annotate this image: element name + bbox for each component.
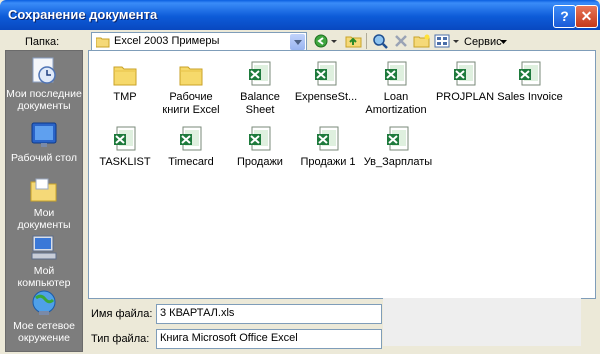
- file-name: Продажи 1: [300, 156, 356, 168]
- recent-documents-icon: [32, 57, 56, 84]
- network-places-icon: [32, 290, 56, 315]
- file-name: Loan Amortization: [365, 91, 427, 116]
- file-item[interactable]: TMP: [92, 61, 158, 104]
- excel-file-icon: [385, 61, 407, 86]
- place-network[interactable]: Мое сетевое окружение: [6, 288, 82, 344]
- excel-file-icon: [317, 126, 339, 151]
- window-title: Сохранение документа: [8, 7, 158, 22]
- file-item[interactable]: Продажи: [227, 126, 293, 169]
- place-label: Мои последние документы: [6, 88, 82, 112]
- place-label: Мой компьютер: [17, 265, 71, 289]
- file-name: Balance Sheet: [240, 91, 280, 116]
- excel-file-icon: [249, 126, 271, 151]
- views-icon[interactable]: [434, 33, 460, 49]
- file-item[interactable]: TASKLIST: [92, 126, 158, 169]
- file-name: Продажи: [237, 156, 283, 168]
- excel-file-icon: [315, 61, 337, 86]
- folder-select[interactable]: Excel 2003 Примеры: [91, 32, 307, 52]
- filetype-select[interactable]: Книга Microsoft Office Excel: [156, 329, 382, 349]
- service-chevron-icon[interactable]: [500, 40, 507, 45]
- folder-value: Excel 2003 Примеры: [114, 35, 220, 47]
- filename-label: Имя файла:: [91, 308, 153, 320]
- file-item[interactable]: Рабочие книги Excel: [158, 61, 224, 117]
- save-dialog: Сохранение документа ? ✕ Папка: Excel 20…: [0, 0, 600, 354]
- service-menu[interactable]: Сервис: [464, 36, 502, 48]
- place-my-documents[interactable]: Мои документы: [6, 175, 82, 231]
- filename-field[interactable]: 3 КВАРТАЛ.xls: [156, 304, 382, 324]
- folder-icon: [179, 66, 203, 86]
- my-computer-icon: [31, 235, 57, 260]
- excel-file-icon: [114, 126, 136, 151]
- file-item[interactable]: Sales Invoice: [497, 61, 563, 104]
- file-name: Рабочие книги Excel: [162, 91, 220, 116]
- file-item[interactable]: Timecard: [158, 126, 224, 169]
- excel-file-icon: [519, 61, 541, 86]
- my-documents-icon: [30, 178, 57, 202]
- place-recent[interactable]: Мои последние документы: [6, 56, 82, 112]
- file-item[interactable]: Loan Amortization: [363, 61, 429, 117]
- place-label: Мои документы: [17, 207, 71, 231]
- new-folder-icon[interactable]: [413, 33, 431, 49]
- places-bar: Мои последние документы Рабочий стол Мои…: [5, 50, 83, 352]
- close-button[interactable]: ✕: [575, 5, 598, 28]
- file-item[interactable]: Ув_Зарплаты: [363, 126, 433, 169]
- file-item[interactable]: ExpenseSt...: [293, 61, 359, 104]
- file-list[interactable]: TMP Рабочие книги Excel Balance Sheet Ex…: [88, 50, 596, 299]
- place-my-computer[interactable]: Мой компьютер: [6, 233, 82, 289]
- blank-panel: [383, 298, 581, 346]
- back-icon[interactable]: [314, 33, 338, 49]
- place-label: Рабочий стол: [11, 152, 77, 164]
- excel-file-icon: [180, 126, 202, 151]
- up-folder-icon[interactable]: [345, 33, 363, 49]
- filetype-label: Тип файла:: [91, 333, 150, 345]
- search-web-icon[interactable]: [371, 33, 389, 49]
- file-item[interactable]: PROJPLAN: [432, 61, 498, 104]
- title-bar[interactable]: Сохранение документа ? ✕: [0, 0, 600, 30]
- file-item[interactable]: Продажи 1: [295, 126, 361, 169]
- folder-icon: [113, 66, 137, 86]
- delete-icon[interactable]: [393, 33, 409, 49]
- file-name: Timecard: [168, 156, 214, 168]
- folder-label: Папка:: [25, 36, 60, 48]
- file-item[interactable]: Balance Sheet: [227, 61, 293, 117]
- filename-value: 3 КВАРТАЛ.xls: [160, 307, 235, 319]
- file-name: ExpenseSt...: [294, 91, 358, 103]
- file-name: TMP: [113, 91, 137, 103]
- help-button[interactable]: ?: [553, 5, 576, 28]
- file-name: Sales Invoice: [497, 91, 563, 103]
- excel-file-icon: [249, 61, 271, 86]
- file-name: PROJPLAN: [435, 91, 495, 103]
- excel-file-icon: [454, 61, 476, 86]
- excel-file-icon: [387, 126, 409, 151]
- place-label: Мое сетевое окружение: [13, 320, 75, 344]
- place-desktop[interactable]: Рабочий стол: [6, 120, 82, 164]
- file-name: Ув_Зарплаты: [363, 156, 433, 168]
- desktop-icon: [31, 122, 57, 147]
- chevron-down-icon[interactable]: [290, 34, 305, 50]
- filetype-value: Книга Microsoft Office Excel: [160, 332, 298, 344]
- folder-icon: [96, 37, 110, 48]
- file-name: TASKLIST: [99, 156, 151, 168]
- toolbar-divider: [366, 33, 367, 49]
